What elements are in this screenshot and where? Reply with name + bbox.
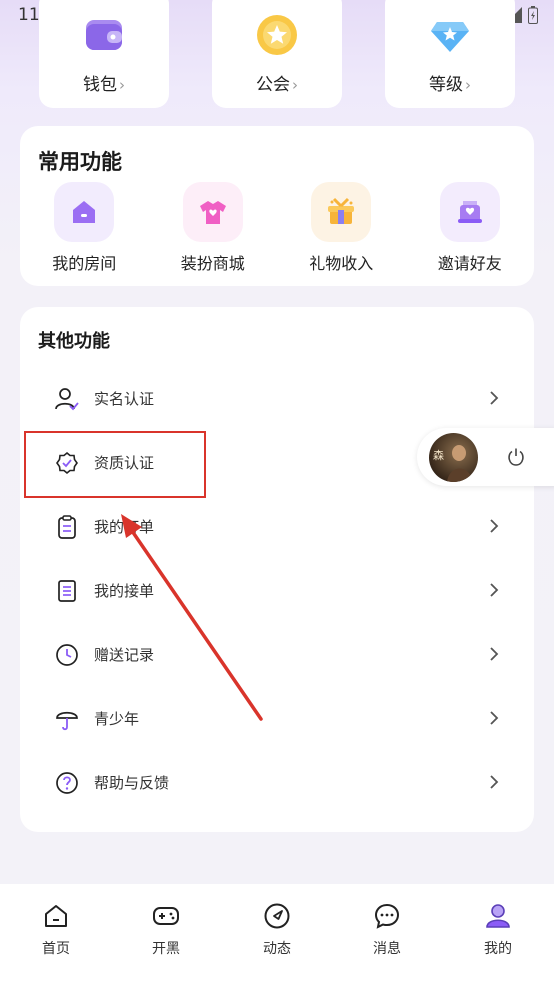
tab-label: 首页 bbox=[42, 941, 70, 957]
tab-mine[interactable]: 我的 bbox=[458, 902, 538, 958]
clipboard-icon bbox=[58, 515, 76, 539]
umbrella-icon bbox=[56, 711, 78, 731]
menu-label: 我的接单 bbox=[94, 582, 155, 600]
fn-invite-friends-label: 邀请好友 bbox=[437, 254, 502, 273]
shirt-icon bbox=[199, 201, 226, 224]
tab-label: 开黑 bbox=[152, 941, 180, 957]
tab-messages[interactable]: 消息 bbox=[347, 902, 427, 958]
tab-feed[interactable]: 动态 bbox=[237, 902, 317, 958]
compass-icon bbox=[264, 903, 290, 929]
power-icon[interactable] bbox=[506, 447, 526, 467]
menu-label: 我的订单 bbox=[94, 518, 155, 536]
level-label: 等级 bbox=[429, 75, 463, 95]
fn-invite-friends[interactable]: 邀请好友 bbox=[406, 182, 535, 274]
tab-play[interactable]: 开黑 bbox=[126, 902, 206, 958]
chevron-right-icon bbox=[490, 711, 499, 725]
guild-icon bbox=[257, 15, 297, 55]
avatar-text: 森 bbox=[433, 449, 444, 462]
tab-label: 我的 bbox=[484, 941, 512, 957]
document-list-icon bbox=[58, 580, 76, 602]
menu-teen-mode[interactable]: 青少年 bbox=[20, 687, 534, 751]
common-functions-card: 常用功能 我的房间 装扮商城 礼物收入 邀请好友 bbox=[20, 126, 534, 286]
gamepad-icon bbox=[153, 907, 179, 925]
tab-label: 动态 bbox=[263, 941, 291, 957]
house-icon bbox=[73, 201, 96, 223]
fn-dress-shop[interactable]: 装扮商城 bbox=[149, 182, 278, 274]
other-functions-title: 其他功能 bbox=[38, 331, 110, 352]
tab-home[interactable]: 首页 bbox=[16, 902, 96, 958]
wallet-card[interactable]: 钱包 › bbox=[39, 0, 169, 108]
wallet-icon bbox=[86, 20, 122, 50]
home-icon bbox=[45, 905, 67, 927]
common-functions-title: 常用功能 bbox=[38, 150, 122, 174]
gift-box-icon bbox=[328, 197, 355, 224]
help-circle-icon bbox=[56, 772, 78, 794]
menu-label: 帮助与反馈 bbox=[94, 774, 170, 792]
annotation-highlight-box bbox=[24, 431, 206, 498]
guild-label: 公会 bbox=[256, 75, 290, 95]
menu-my-orders[interactable]: 我的订单 bbox=[20, 495, 534, 559]
menu-help-feedback[interactable]: 帮助与反馈 bbox=[20, 751, 534, 815]
wallet-label: 钱包 bbox=[83, 75, 117, 95]
common-functions-grid: 我的房间 装扮商城 礼物收入 邀请好友 bbox=[20, 182, 534, 274]
chevron-right-icon bbox=[490, 583, 499, 597]
level-card[interactable]: 等级 › bbox=[385, 0, 515, 108]
guild-card[interactable]: 公会 › bbox=[212, 0, 342, 108]
menu-label: 青少年 bbox=[94, 710, 140, 728]
chat-icon bbox=[374, 903, 400, 929]
clock-icon bbox=[56, 644, 78, 666]
chevron-right-icon: › bbox=[465, 76, 471, 94]
fn-gift-income[interactable]: 礼物收入 bbox=[277, 182, 406, 274]
menu-my-accepted-orders[interactable]: 我的接单 bbox=[20, 559, 534, 623]
menu-real-name-verify[interactable]: 实名认证 bbox=[20, 367, 534, 431]
user-verify-icon bbox=[55, 388, 79, 411]
menu-label: 实名认证 bbox=[94, 390, 155, 408]
floating-player[interactable]: 森 bbox=[417, 428, 554, 486]
menu-label: 赠送记录 bbox=[94, 646, 155, 664]
avatar[interactable]: 森 bbox=[429, 433, 478, 482]
menu-gift-records[interactable]: 赠送记录 bbox=[20, 623, 534, 687]
person-icon bbox=[486, 904, 510, 928]
tab-label: 消息 bbox=[373, 941, 401, 957]
chevron-right-icon bbox=[490, 519, 499, 533]
chevron-right-icon bbox=[490, 391, 499, 405]
other-functions-card: 其他功能 实名认证 资质认证 我的订单 我的接单 赠送记录 青少年 帮助与反馈 bbox=[20, 307, 534, 832]
diamond-icon bbox=[431, 22, 469, 52]
fn-gift-income-label: 礼物收入 bbox=[309, 254, 374, 273]
chevron-right-icon: › bbox=[119, 76, 125, 94]
bottom-tab-bar: 首页 开黑 动态 消息 我的 bbox=[0, 884, 554, 984]
fn-my-room-label: 我的房间 bbox=[52, 254, 117, 273]
chevron-right-icon bbox=[490, 647, 499, 661]
invite-heart-icon bbox=[457, 201, 482, 223]
chevron-right-icon bbox=[490, 775, 499, 789]
chevron-right-icon: › bbox=[292, 76, 298, 94]
fn-my-room[interactable]: 我的房间 bbox=[20, 182, 149, 274]
battery-icon bbox=[528, 6, 538, 24]
fn-dress-shop-label: 装扮商城 bbox=[180, 254, 245, 273]
